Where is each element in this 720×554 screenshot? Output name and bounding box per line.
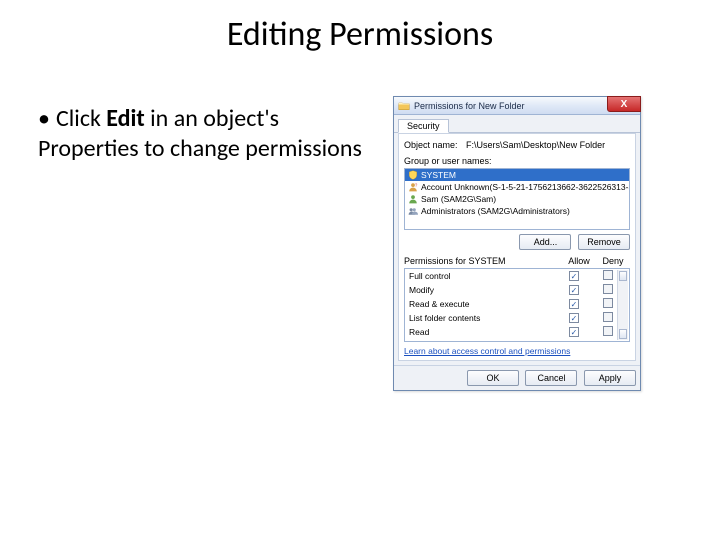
user-buttons: Add... Remove bbox=[404, 234, 630, 250]
perm-row-modify: Modify ✓ bbox=[405, 283, 629, 297]
permissions-grid: Full control ✓ Modify ✓ Read & execute ✓… bbox=[404, 268, 630, 342]
deny-checkbox[interactable] bbox=[603, 270, 613, 280]
allow-checkbox[interactable]: ✓ bbox=[569, 313, 579, 323]
allow-header: Allow bbox=[562, 256, 596, 266]
perm-row-full-control: Full control ✓ bbox=[405, 269, 629, 283]
user-item-administrators[interactable]: Administrators (SAM2G\Administrators) bbox=[405, 205, 629, 217]
perm-row-read-execute: Read & execute ✓ bbox=[405, 297, 629, 311]
apply-button[interactable]: Apply bbox=[584, 370, 636, 386]
user-item-label: Sam (SAM2G\Sam) bbox=[421, 194, 496, 204]
object-name-row: Object name: F:\Users\Sam\Desktop\New Fo… bbox=[404, 140, 630, 150]
user-list[interactable]: SYSTEM ? Account Unknown(S-1-5-21-175621… bbox=[404, 168, 630, 230]
tab-strip: Security bbox=[394, 115, 640, 133]
user-item-unknown[interactable]: ? Account Unknown(S-1-5-21-1756213662-36… bbox=[405, 181, 629, 193]
perm-row-list-folder: List folder contents ✓ bbox=[405, 311, 629, 325]
object-name-label: Object name: bbox=[404, 140, 458, 150]
deny-checkbox[interactable] bbox=[603, 284, 613, 294]
user-item-label: Administrators (SAM2G\Administrators) bbox=[421, 206, 570, 216]
dialog-titlebar[interactable]: Permissions for New Folder X bbox=[394, 97, 640, 115]
close-icon: X bbox=[621, 99, 628, 110]
permissions-header: Permissions for SYSTEM Allow Deny bbox=[404, 256, 630, 266]
user-item-label: Account Unknown(S-1-5-21-1756213662-3622… bbox=[421, 182, 630, 192]
scroll-down-icon[interactable] bbox=[619, 329, 627, 339]
allow-checkbox[interactable]: ✓ bbox=[569, 285, 579, 295]
security-panel: Object name: F:\Users\Sam\Desktop\New Fo… bbox=[398, 133, 636, 361]
perm-row-read: Read ✓ bbox=[405, 325, 629, 339]
dialog-footer: OK Cancel Apply bbox=[394, 365, 640, 390]
tab-security[interactable]: Security bbox=[398, 119, 449, 133]
allow-checkbox[interactable]: ✓ bbox=[569, 271, 579, 281]
user-item-system[interactable]: SYSTEM bbox=[405, 169, 629, 181]
perm-name: Modify bbox=[409, 285, 557, 295]
allow-checkbox[interactable]: ✓ bbox=[569, 299, 579, 309]
permissions-dialog: Permissions for New Folder X Security Ob… bbox=[393, 96, 641, 391]
deny-checkbox[interactable] bbox=[603, 298, 613, 308]
close-button[interactable]: X bbox=[607, 96, 641, 112]
bullet-marker: • bbox=[38, 104, 56, 134]
object-name-value: F:\Users\Sam\Desktop\New Folder bbox=[466, 140, 605, 150]
perm-name: Read & execute bbox=[409, 299, 557, 309]
learn-link[interactable]: Learn about access control and permissio… bbox=[404, 346, 570, 356]
perm-name: List folder contents bbox=[409, 313, 557, 323]
scroll-up-icon[interactable] bbox=[619, 271, 627, 281]
dialog-title: Permissions for New Folder bbox=[414, 101, 525, 111]
group-users-label: Group or user names: bbox=[404, 156, 492, 166]
deny-header: Deny bbox=[596, 256, 630, 266]
bullet-bold: Edit bbox=[106, 104, 144, 133]
permissions-scrollbar[interactable] bbox=[617, 270, 628, 340]
perm-name: Read bbox=[409, 327, 557, 337]
slide-bullet: •Click Edit in an object's Properties to… bbox=[38, 104, 368, 164]
add-button[interactable]: Add... bbox=[519, 234, 571, 250]
person-unknown-icon: ? bbox=[408, 182, 418, 192]
remove-button[interactable]: Remove bbox=[578, 234, 630, 250]
user-item-label: SYSTEM bbox=[421, 170, 456, 180]
perm-name: Full control bbox=[409, 271, 557, 281]
allow-checkbox[interactable]: ✓ bbox=[569, 327, 579, 337]
ok-button[interactable]: OK bbox=[467, 370, 519, 386]
group-icon bbox=[408, 206, 418, 216]
deny-checkbox[interactable] bbox=[603, 312, 613, 322]
user-item-sam[interactable]: Sam (SAM2G\Sam) bbox=[405, 193, 629, 205]
deny-checkbox[interactable] bbox=[603, 326, 613, 336]
permissions-for-label: Permissions for SYSTEM bbox=[404, 256, 562, 266]
bullet-prefix: Click bbox=[56, 104, 106, 133]
cancel-button[interactable]: Cancel bbox=[525, 370, 577, 386]
svg-text:?: ? bbox=[415, 182, 418, 187]
person-icon bbox=[408, 194, 418, 204]
slide-title: Editing Permissions bbox=[0, 14, 720, 55]
folder-icon bbox=[398, 100, 410, 112]
shield-icon bbox=[408, 170, 418, 180]
